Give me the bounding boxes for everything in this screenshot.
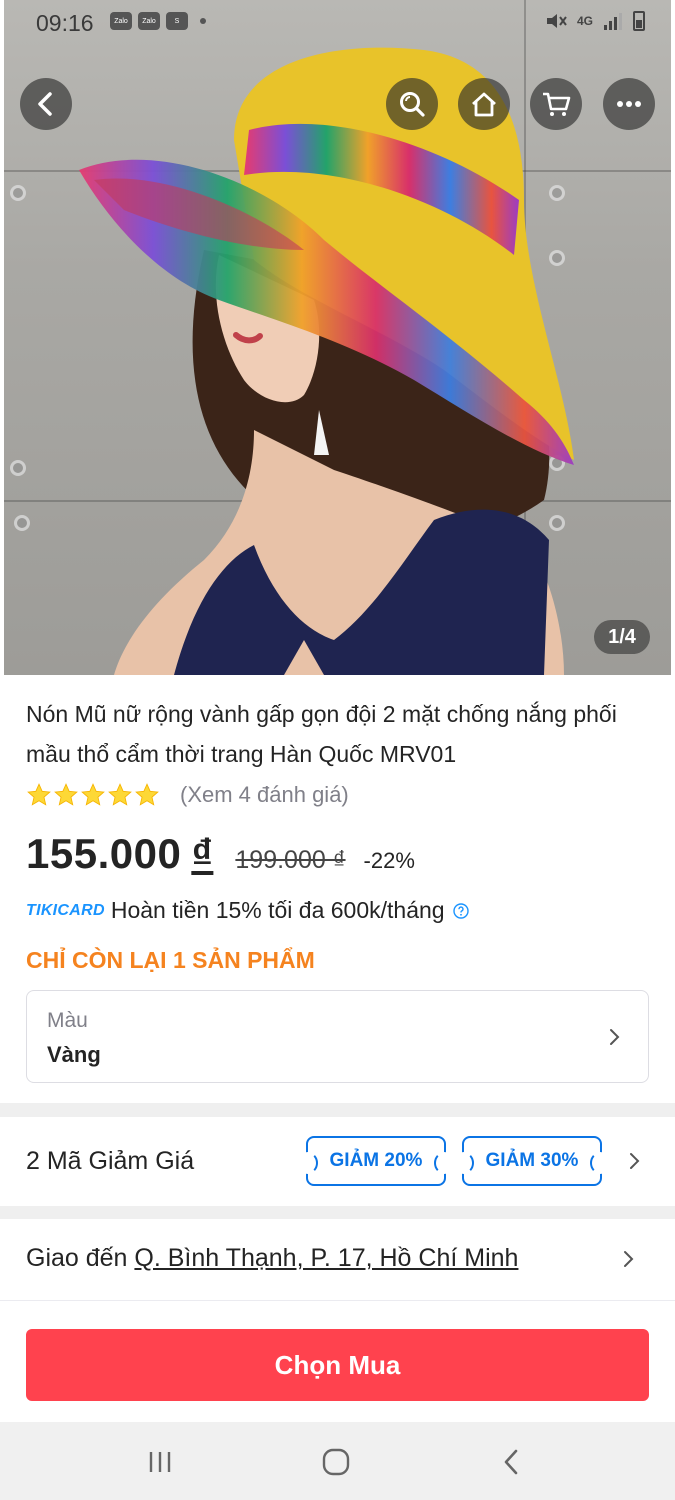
dot-icon [200,18,206,24]
price-row: 155.000 ₫ 199.000 ₫ -22% [26,830,415,878]
back-system-icon[interactable] [496,1446,528,1478]
chevron-right-icon [610,1029,620,1045]
network-4g-icon: 4G [576,14,593,28]
star-icon [81,783,105,806]
home-system-icon[interactable] [320,1446,352,1478]
shipping-label: Giao đến Q. Bình Thạnh, P. 17, Hồ Chí Mi… [26,1244,518,1273]
tikicard-cashback[interactable]: TIKICARD Hoàn tiền 15% tối đa 600k/tháng [26,897,469,924]
discount-badge: -22% [363,848,415,873]
cart-icon [543,92,571,116]
zalo-icon: Zalo [138,12,160,30]
variant-label: Màu [47,1009,88,1032]
chevron-right-icon [624,1251,634,1267]
current-price-value: 155.000 [26,830,182,877]
home-button[interactable] [458,78,510,130]
zalo-icon: Zalo [110,12,132,30]
buy-bar: Chọn Mua [0,1310,675,1422]
more-icon [617,101,641,107]
tikicard-logo: TIKICARD [26,901,105,919]
home-icon [472,92,496,117]
shipping-address[interactable]: Q. Bình Thạnh, P. 17, Hồ Chí Minh [134,1244,518,1272]
status-time: 09:16 [36,10,94,36]
color-selector[interactable]: Màu Vàng [26,990,649,1083]
star-icon [135,783,159,806]
buy-button[interactable]: Chọn Mua [26,1329,649,1401]
shopee-icon: S [166,12,188,30]
coupon-tag[interactable]: GIẢM 20% [298,1136,454,1186]
back-icon [38,92,52,116]
chevron-right-icon [630,1153,640,1169]
coupon-row[interactable]: 2 Mã Giảm Giá GIẢM 20% GIẢM 30% [0,1117,675,1206]
mute-icon [546,14,567,28]
coupon-tag[interactable]: GIẢM 30% [454,1136,610,1186]
section-divider [0,1206,675,1219]
star-icon [54,783,78,806]
variant-value: Vàng [47,1042,101,1067]
image-counter: 1/4 [594,620,650,654]
product-title: Nón Mũ nữ rộng vành gấp gọn đội 2 mặt ch… [26,701,617,767]
help-icon[interactable] [452,902,469,919]
currency-symbol: ₫ [191,830,214,877]
signal-icon [604,13,622,30]
more-button[interactable] [603,78,655,130]
search-button[interactable] [386,78,438,130]
view-reviews-link[interactable]: (Xem 4 đánh giá) [180,782,349,808]
search-icon [400,92,425,117]
recent-apps-icon[interactable] [144,1446,176,1478]
star-icon [27,783,51,806]
coupon-title: 2 Mã Giảm Giá [26,1147,195,1175]
cart-button[interactable] [530,78,582,130]
original-price: 199.000 ₫ [235,846,346,874]
rating-stars [26,782,160,808]
rating-row[interactable]: (Xem 4 đánh giá) [26,782,349,808]
shipping-prefix: Giao đến [26,1244,128,1272]
stock-warning: CHỈ CÒN LẠI 1 SẢN PHẨM [26,947,315,973]
status-bar: 09:16 Zalo Zalo S 4G [0,0,675,46]
section-divider [0,1103,675,1117]
current-price: 155.000 ₫ [26,830,213,878]
system-nav-bar [0,1422,675,1500]
back-button[interactable] [20,78,72,130]
battery-icon [633,11,645,31]
star-icon [108,783,132,806]
tikicard-text: Hoàn tiền 15% tối đa 600k/tháng [110,897,445,923]
shipping-address-row[interactable]: Giao đến Q. Bình Thạnh, P. 17, Hồ Chí Mi… [0,1219,675,1301]
